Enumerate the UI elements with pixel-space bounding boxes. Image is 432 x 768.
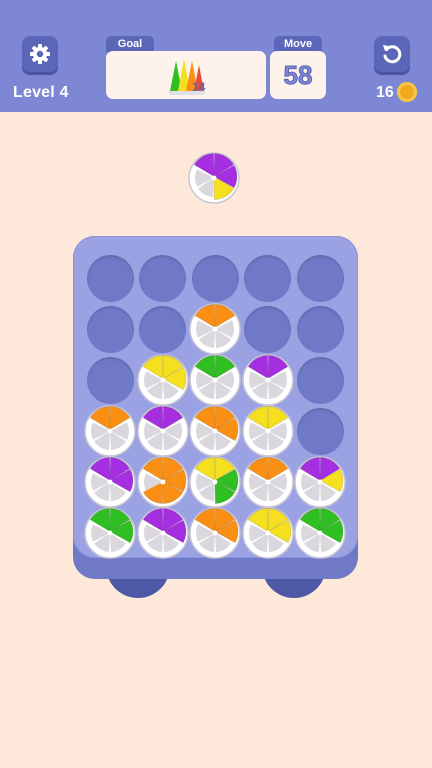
goal-count: 14 [192,80,206,94]
piece-r3-c1[interactable] [136,404,190,458]
piece-r4-c2[interactable] [188,455,242,509]
empty-cell-r1-c0[interactable] [86,305,134,353]
empty-cell-r1-c4[interactable] [296,305,344,353]
piece-r2-c1[interactable] [136,353,190,407]
piece-r5-c4[interactable] [293,506,347,560]
piece-r4-c4[interactable] [293,455,347,509]
plate-hub [212,326,218,332]
plate-hub [265,428,270,434]
plate-hub [265,530,270,536]
coin-count: 16 [376,84,394,101]
goal-tab-label: Goal [106,36,154,52]
plate-hub [212,428,218,434]
restart-icon [383,45,402,64]
plate-hub [265,377,270,383]
piece-r5-c3[interactable] [241,506,295,560]
piece-r4-c3[interactable] [241,455,295,509]
empty-cell-r0-c3[interactable] [244,254,291,302]
coin-icon [397,82,417,102]
plate-hub [265,479,270,485]
plate-hub [107,428,113,434]
piece-r4-c0[interactable] [83,455,137,509]
moves-left-counter: 58 [270,51,326,99]
plate-hub [212,479,218,485]
piece-r3-c3[interactable] [241,404,295,458]
plate-hub [211,175,217,181]
piece-r3-c0[interactable] [83,404,137,458]
empty-cell-r2-c0[interactable] [86,356,134,404]
plate-hub [317,530,323,536]
empty-cell-r2-c4[interactable] [296,356,344,404]
piece-r5-c2[interactable] [188,506,242,560]
piece-r2-c3[interactable] [241,353,295,407]
piece-r1-c2[interactable] [188,302,242,356]
plate-hub [212,377,218,383]
piece-r5-c0[interactable] [83,506,137,560]
plate-hub [107,530,113,536]
plate-hub [212,530,218,536]
plate-hub [160,479,165,485]
empty-cell-r1-c3[interactable] [244,305,291,353]
plate-hub [160,428,165,434]
plate-hub [160,377,165,383]
plate-hub [107,479,113,485]
plate-hub [317,479,323,485]
empty-cell-r3-c4[interactable] [296,407,344,455]
move-tab-label: Move [274,36,322,52]
empty-cell-r1-c1[interactable] [139,305,186,353]
piece-r4-c1[interactable] [136,455,190,509]
piece-r2-c2[interactable] [188,353,242,407]
level-label: Level 4 [13,84,69,101]
restart-button[interactable] [374,36,410,72]
empty-cell-r0-c1[interactable] [139,254,186,302]
plate-hub [160,530,165,536]
piece-r3-c2[interactable] [188,404,242,458]
next-piece-plate[interactable] [187,151,241,205]
empty-cell-r0-c2[interactable] [191,254,239,302]
gear-icon [30,44,50,64]
goal-panel: 14 [106,51,266,99]
empty-cell-r0-c4[interactable] [296,254,344,302]
settings-button[interactable] [22,36,58,72]
empty-cell-r0-c0[interactable] [86,254,134,302]
piece-r5-c1[interactable] [136,506,190,560]
